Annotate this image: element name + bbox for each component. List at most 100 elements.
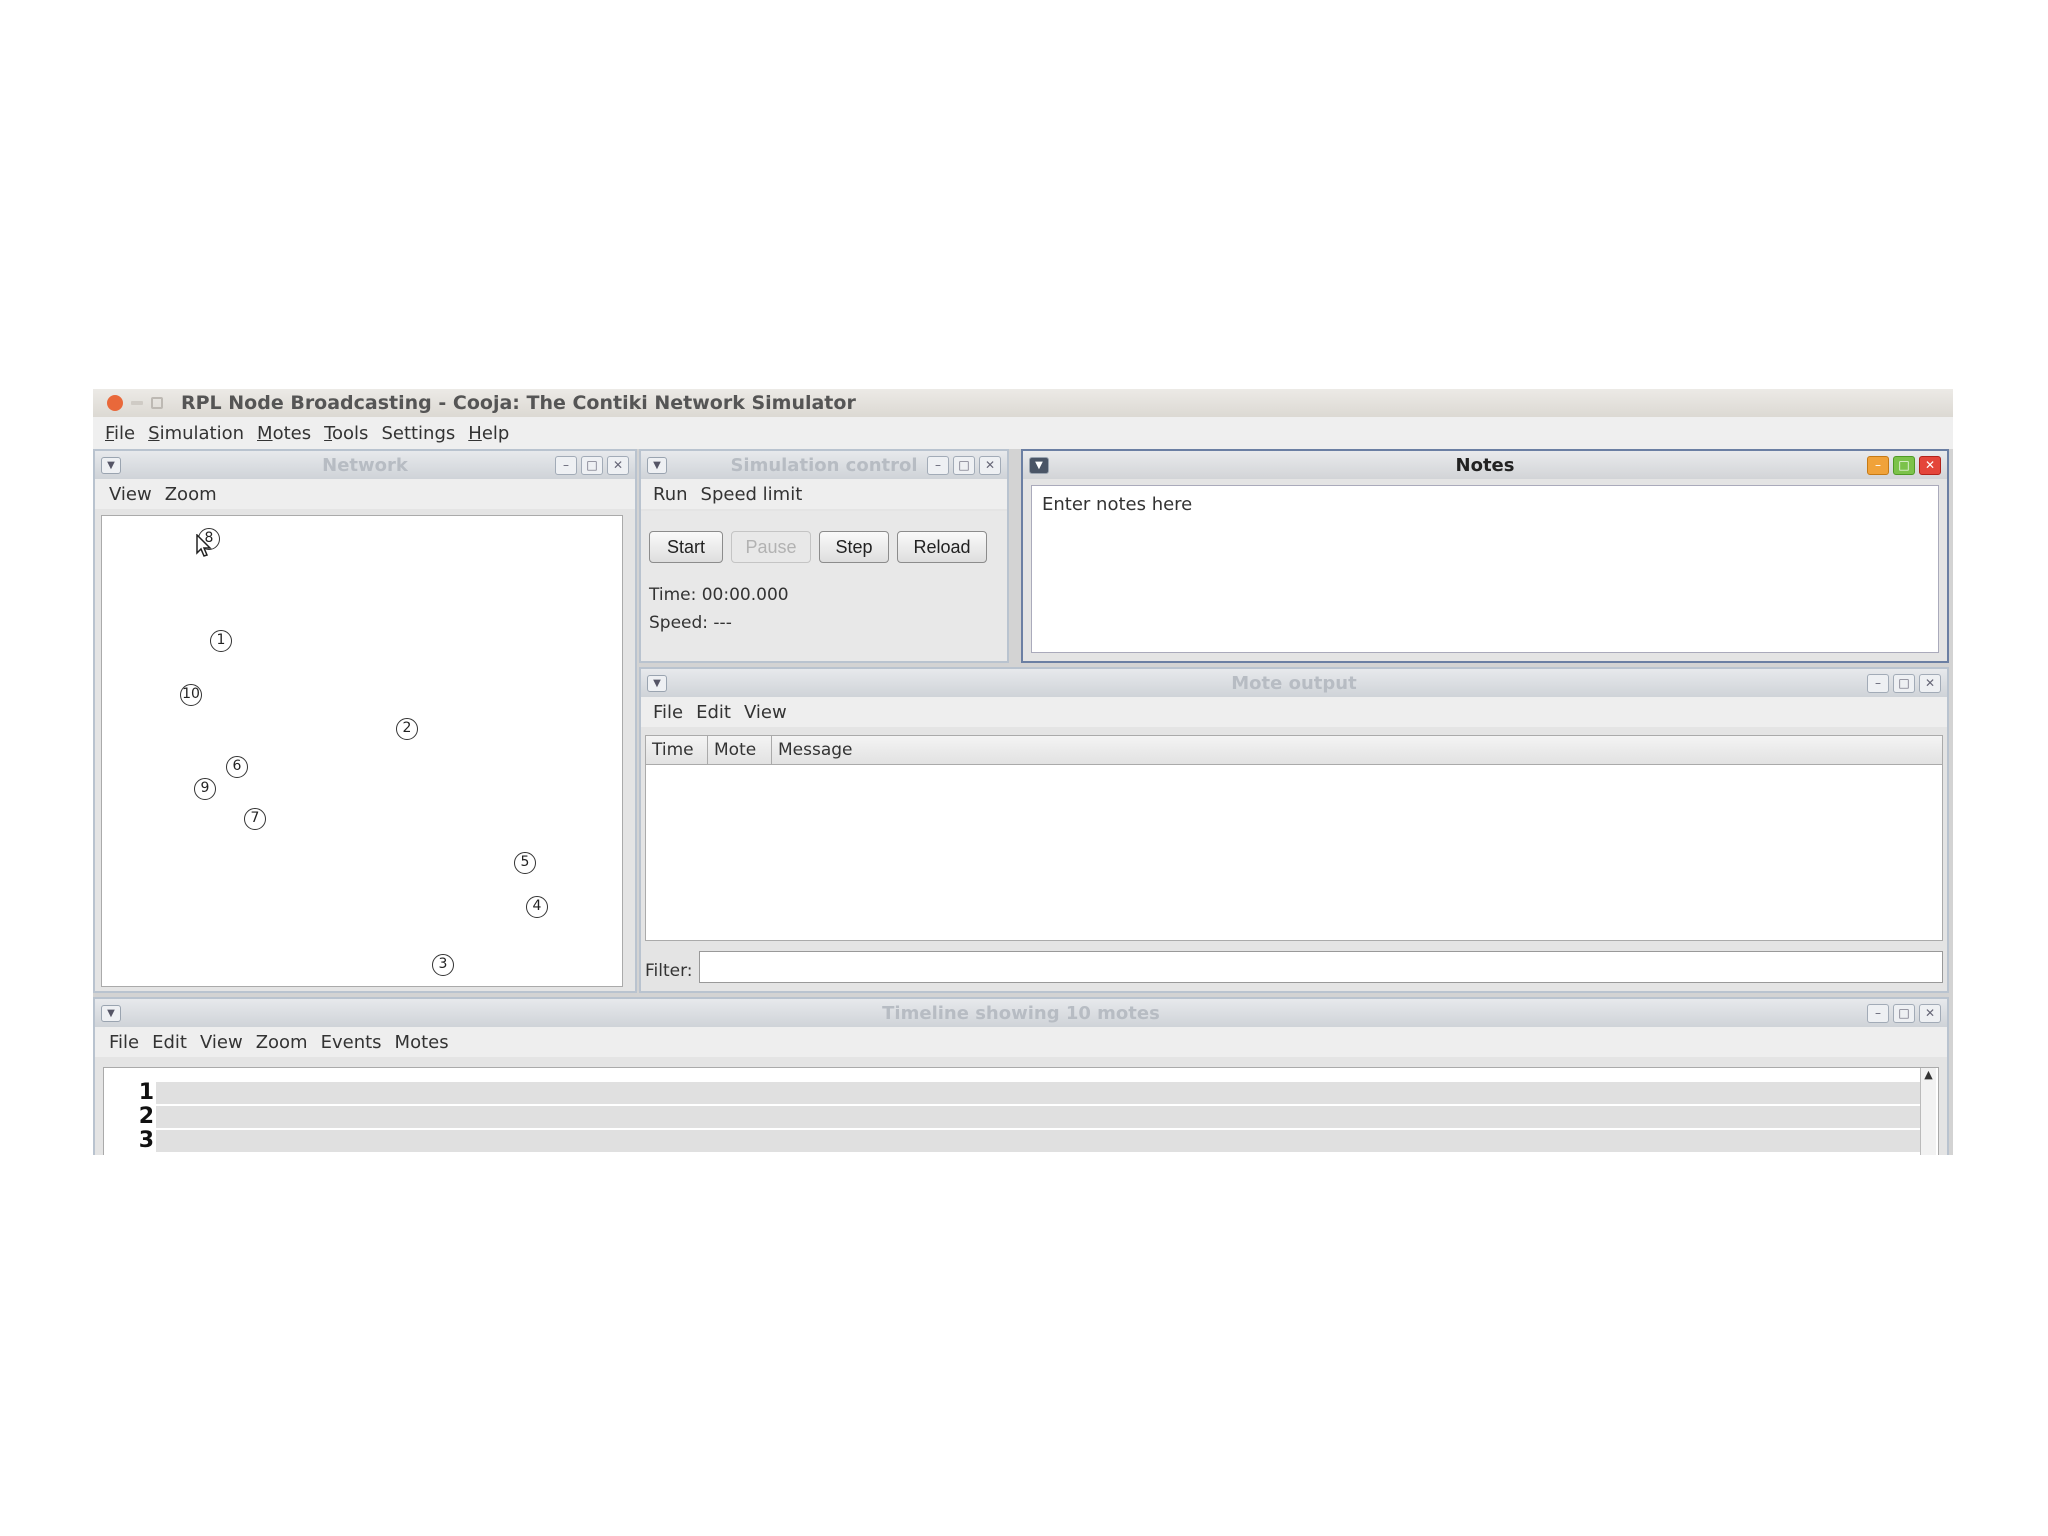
network-title: Network [322,454,408,476]
maximize-icon[interactable]: □ [1893,456,1915,475]
window-minimize-icon[interactable] [131,401,143,405]
mote-output-menu-file[interactable]: File [653,702,683,723]
timeline-row: 1 [104,1082,1938,1104]
maximize-icon[interactable]: □ [953,456,975,475]
timeline-row-label: 1 [138,1080,154,1105]
step-button[interactable]: Step [819,531,889,563]
column-time[interactable]: Time [646,736,708,764]
simulation-speed: Speed: --- [649,613,732,633]
menu-file[interactable]: File [105,423,135,444]
maximize-icon[interactable]: □ [1893,674,1915,693]
scroll-up-arrow-icon[interactable]: ▲ [1924,1068,1932,1081]
notes-title: Notes [1455,454,1515,476]
simulation-control-title: Simulation control [730,454,918,476]
column-message[interactable]: Message [772,736,1942,764]
timeline-row-label: 2 [138,1104,154,1129]
timeline-row-bar[interactable] [156,1082,1922,1104]
mote-6[interactable]: 6 [226,756,248,778]
timeline-scrollbar[interactable]: ▲ [1920,1068,1936,1155]
notes-frame: ▼ Notes – □ ✕ Enter notes here [1021,449,1949,663]
simulation-control-titlebar[interactable]: ▼ Simulation control – □ ✕ [641,451,1007,479]
close-icon[interactable]: ✕ [1919,674,1941,693]
network-menubar: View Zoom [95,479,635,509]
timeline-row: 2 [104,1106,1938,1128]
frame-menu-icon[interactable]: ▼ [101,1005,121,1022]
mote-output-menu-view[interactable]: View [744,702,787,723]
frame-menu-icon[interactable]: ▼ [647,675,667,692]
network-canvas[interactable]: 8 1 10 2 6 9 7 5 4 3 [101,515,623,987]
timeline-row-bar[interactable] [156,1130,1922,1152]
mote-1[interactable]: 1 [210,630,232,652]
menu-help[interactable]: Help [468,423,509,444]
window-maximize-icon[interactable] [151,397,163,409]
timeline-titlebar[interactable]: ▼ Timeline showing 10 motes – □ ✕ [95,999,1947,1027]
menu-simulation[interactable]: Simulation [148,423,244,444]
timeline-frame: ▼ Timeline showing 10 motes – □ ✕ File E… [93,997,1949,1155]
mote-7[interactable]: 7 [244,808,266,830]
timeline-area[interactable]: 1 2 3 ▲ [103,1067,1939,1155]
filter-input[interactable] [699,951,1943,983]
filter-label: Filter: [645,961,693,981]
cooja-window: RPL Node Broadcasting - Cooja: The Conti… [93,389,1953,1155]
timeline-menu-edit[interactable]: Edit [152,1032,187,1053]
network-menu-view[interactable]: View [109,484,152,505]
network-titlebar[interactable]: ▼ Network – □ ✕ [95,451,635,479]
minimize-icon[interactable]: – [1867,456,1889,475]
menu-settings[interactable]: Settings [381,423,455,444]
column-mote[interactable]: Mote [708,736,772,764]
start-button[interactable]: Start [649,531,723,563]
maximize-icon[interactable]: □ [581,456,603,475]
mote-2[interactable]: 2 [396,718,418,740]
close-icon[interactable]: ✕ [1919,456,1941,475]
timeline-menu-events[interactable]: Events [321,1032,382,1053]
simulation-control-body: Start Pause Step Reload Time: 00:00.000 … [641,511,1007,661]
window-close-icon[interactable] [107,395,123,411]
close-icon[interactable]: ✕ [1919,1004,1941,1023]
simulation-time: Time: 00:00.000 [649,585,789,605]
menu-motes[interactable]: Motes [257,423,311,444]
mote-output-table-body[interactable] [645,765,1943,941]
mote-output-frame: ▼ Mote output – □ ✕ File Edit View Time … [639,667,1949,993]
mote-4[interactable]: 4 [526,896,548,918]
simulation-control-frame: ▼ Simulation control – □ ✕ Run Speed lim… [639,449,1009,663]
sim-menu-speed-limit[interactable]: Speed limit [701,484,803,505]
mote-5[interactable]: 5 [514,852,536,874]
window-titlebar: RPL Node Broadcasting - Cooja: The Conti… [93,389,1953,417]
minimize-icon[interactable]: – [1867,1004,1889,1023]
timeline-menu-motes[interactable]: Motes [395,1032,449,1053]
mote-9[interactable]: 9 [194,778,216,800]
minimize-icon[interactable]: – [1867,674,1889,693]
mouse-pointer-icon [196,534,212,557]
window-title: RPL Node Broadcasting - Cooja: The Conti… [181,392,856,414]
pause-button[interactable]: Pause [731,531,811,563]
timeline-title: Timeline showing 10 motes [882,1002,1160,1024]
notes-titlebar[interactable]: ▼ Notes – □ ✕ [1023,451,1947,479]
minimize-icon[interactable]: – [927,456,949,475]
mote-output-titlebar[interactable]: ▼ Mote output – □ ✕ [641,669,1947,697]
timeline-menu-zoom[interactable]: Zoom [256,1032,308,1053]
reload-button[interactable]: Reload [897,531,987,563]
mote-10[interactable]: 10 [180,684,202,706]
timeline-menu-file[interactable]: File [109,1032,139,1053]
network-menu-zoom[interactable]: Zoom [165,484,217,505]
mote-output-table-header: Time Mote Message [645,735,1943,765]
mote-output-title: Mote output [1231,672,1357,694]
main-menubar: File Simulation Motes Tools Settings Hel… [93,417,1953,449]
mote-output-menu-edit[interactable]: Edit [696,702,731,723]
close-icon[interactable]: ✕ [607,456,629,475]
close-icon[interactable]: ✕ [979,456,1001,475]
notes-textarea[interactable]: Enter notes here [1031,485,1939,653]
frame-menu-icon[interactable]: ▼ [647,457,667,474]
frame-menu-icon[interactable]: ▼ [101,457,121,474]
network-frame: ▼ Network – □ ✕ View Zoom 8 1 10 2 6 9 7… [93,449,637,993]
mote-3[interactable]: 3 [432,954,454,976]
timeline-row-bar[interactable] [156,1106,1922,1128]
menu-tools[interactable]: Tools [324,423,368,444]
frame-menu-icon[interactable]: ▼ [1029,457,1049,474]
timeline-row: 3 [104,1130,1938,1152]
minimize-icon[interactable]: – [555,456,577,475]
timeline-menu-view[interactable]: View [200,1032,243,1053]
mote-output-menubar: File Edit View [641,697,1947,727]
maximize-icon[interactable]: □ [1893,1004,1915,1023]
sim-menu-run[interactable]: Run [653,484,688,505]
